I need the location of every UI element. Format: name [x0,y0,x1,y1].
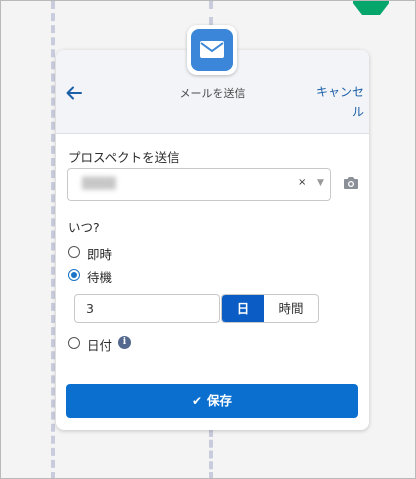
unit-hour-button[interactable]: 時間 [264,295,318,322]
checkmark-icon: ✔ [191,394,203,408]
wait-amount-input[interactable] [74,294,220,323]
option-wait[interactable]: 待機 [68,267,128,285]
clear-selection-icon[interactable]: × [298,177,306,188]
prospect-label: プロスペクトを送信 [68,150,180,165]
send-email-panel: メールを送信 キャンセル [56,50,369,430]
unit-day-button[interactable]: 日 [222,295,264,322]
flow-canvas: メールを送信 キャンセル プロスペクトを送信 ████ × ▼ いつ? 即時 待… [0,0,416,479]
flow-step-node[interactable] [353,1,389,15]
prospect-select-value: ████ [82,177,116,190]
radio-wait[interactable] [68,269,80,281]
option-date[interactable]: 日付 [68,335,158,353]
cancel-link[interactable]: キャンセル [308,82,364,122]
radio-date[interactable] [68,337,80,349]
option-wait-label: 待機 [87,270,113,285]
info-icon[interactable]: i [118,336,131,349]
wait-unit-toggle: 日 時間 [221,294,319,323]
flow-connector-left [51,1,55,478]
when-label: いつ? [68,220,100,235]
option-immediate-label: 即時 [87,247,113,262]
option-immediate[interactable]: 即時 [68,244,128,262]
chevron-down-icon[interactable]: ▼ [317,178,324,188]
camera-icon[interactable] [343,176,359,190]
flow-connector-bottom [209,429,213,478]
save-button-label: 保存 [207,393,233,408]
envelope-icon [200,41,224,58]
radio-immediate[interactable] [68,246,80,258]
mail-step-badge [187,25,237,75]
prospect-select[interactable]: ████ × ▼ [67,168,331,201]
flow-connector-top [209,1,213,25]
save-button[interactable]: ✔ 保存 [66,384,358,418]
option-date-label: 日付 [87,338,113,353]
